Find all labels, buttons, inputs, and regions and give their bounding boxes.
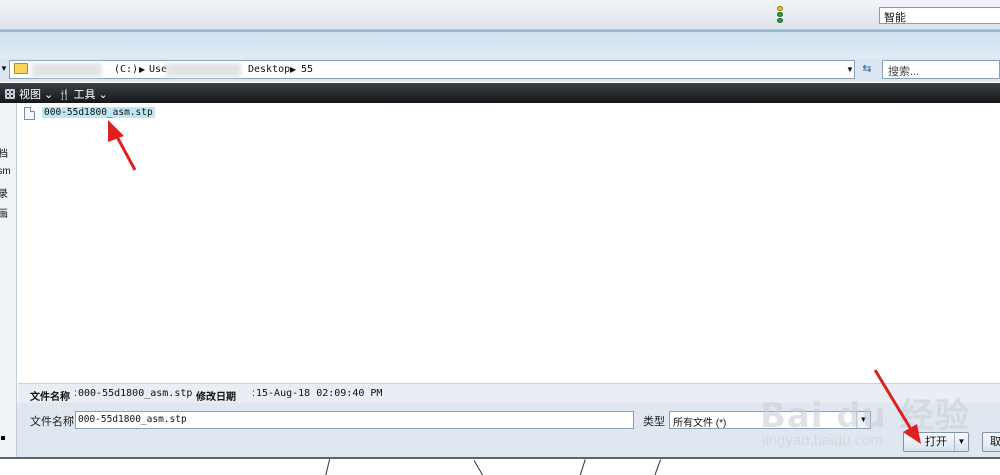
details-modified-label: 修改日期 xyxy=(196,392,236,403)
address-bar[interactable]: (C:) ▶ Use Desktop ▶ 55 ▼ xyxy=(9,60,855,79)
redacted-segment xyxy=(32,63,102,77)
type-label: 类型 xyxy=(643,416,665,428)
nav-item[interactable]: 录 xyxy=(0,185,8,200)
chevron-right-icon[interactable]: ▶ xyxy=(290,65,296,74)
folder-icon xyxy=(14,63,28,74)
filename-label: 文件名称 xyxy=(30,416,74,428)
file-details-bar: 文件名称 : 000-55d1800_asm.stp 修改日期 : 15-Aug… xyxy=(18,383,1000,403)
details-name-value: 000-55d1800_asm.stp xyxy=(78,388,193,399)
search-input[interactable]: 搜索... xyxy=(882,60,1000,79)
file-type-value: 所有文件 (*) xyxy=(673,418,727,429)
chevron-right-icon[interactable]: ▶ xyxy=(139,65,145,74)
cancel-button[interactable]: 取 xyxy=(982,432,1000,452)
open-button-label: 打开 xyxy=(925,436,947,448)
details-name-label: 文件名称 xyxy=(30,392,70,403)
redacted-segment xyxy=(166,63,241,77)
address-row: ▼ (C:) ▶ Use Desktop ▶ 55 ▼ ⇆ 搜索... xyxy=(0,58,1000,82)
file-name[interactable]: 000-55d1800_asm.stp xyxy=(42,107,155,118)
tools-menu[interactable]: 🍴 工具 ⌄ xyxy=(58,86,108,102)
traffic-light-icon xyxy=(775,6,784,24)
history-dropdown-icon[interactable]: ▼ xyxy=(0,64,8,73)
nav-item[interactable]: rsm xyxy=(0,166,11,177)
view-menu-label: 视图 xyxy=(19,89,41,101)
breadcrumb-desktop[interactable]: Desktop xyxy=(248,64,290,75)
chevron-down-icon[interactable]: ▼ xyxy=(846,65,854,74)
document-icon xyxy=(24,107,35,120)
nav-item[interactable]: 档 xyxy=(0,145,8,160)
dialog-footer: 文件名称 : 000-55d1800_asm.stp 类型 所有文件 (*) ▼… xyxy=(0,403,1000,457)
breadcrumb-folder[interactable]: 55 xyxy=(301,64,313,75)
details-modified-value: 15-Aug-18 02:09:40 PM xyxy=(256,388,383,399)
refresh-icon[interactable]: ⇆ xyxy=(858,61,876,78)
tools-menu-label: 工具 xyxy=(73,89,96,101)
tools-icon: 🍴 xyxy=(58,90,71,101)
breadcrumb-user[interactable]: Use xyxy=(149,64,167,75)
open-options-dropdown-icon[interactable]: ▼ xyxy=(954,433,968,451)
app-top-strip: 智能 xyxy=(0,0,1000,30)
filename-input[interactable]: 000-55d1800_asm.stp xyxy=(75,411,634,429)
handle-icon xyxy=(1,436,5,440)
navigation-pane-footer xyxy=(0,403,17,457)
cancel-button-label: 取 xyxy=(990,436,1000,448)
file-list[interactable]: 000-55d1800_asm.stp xyxy=(18,103,1000,383)
background-canvas xyxy=(0,457,1000,475)
toolbar: 视图 ⌄ 🍴 工具 ⌄ xyxy=(0,83,1000,103)
chevron-down-icon[interactable]: ▼ xyxy=(856,412,870,428)
view-menu[interactable]: 视图 ⌄ xyxy=(5,86,53,102)
file-type-select[interactable]: 所有文件 (*) ▼ xyxy=(669,411,871,429)
dialog-header xyxy=(0,30,1000,58)
smart-field[interactable]: 智能 xyxy=(879,7,1000,24)
grid-view-icon xyxy=(5,89,15,99)
navigation-pane: 档 rsm 录 画 xyxy=(0,103,17,433)
breadcrumb-drive[interactable]: (C:) xyxy=(114,64,138,75)
nav-item[interactable]: 画 xyxy=(0,205,8,220)
